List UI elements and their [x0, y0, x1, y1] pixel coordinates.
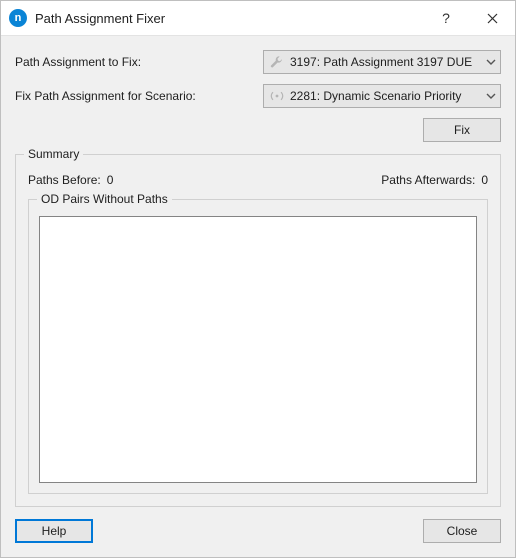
broadcast-icon [270, 89, 284, 103]
scenario-combo[interactable]: 2281: Dynamic Scenario Priority [263, 84, 501, 108]
titlebar: n Path Assignment Fixer ? [1, 1, 515, 35]
fix-button-row: Fix [15, 118, 501, 142]
close-button[interactable]: Close [423, 519, 501, 543]
dialog-window: n Path Assignment Fixer ? Path Assignmen… [0, 0, 516, 558]
summary-counts: Paths Before: 0 Paths Afterwards: 0 [28, 173, 488, 187]
help-button-label: Help [42, 524, 67, 538]
question-icon: ? [442, 10, 450, 26]
app-icon: n [9, 9, 27, 27]
od-pairs-list[interactable] [39, 216, 477, 483]
paths-before-value: 0 [107, 173, 114, 187]
chevron-down-icon [486, 57, 496, 67]
app-icon-letter: n [15, 12, 22, 24]
summary-legend: Summary [24, 147, 83, 161]
scenario-label: Fix Path Assignment for Scenario: [15, 89, 255, 103]
close-button-label: Close [447, 524, 478, 538]
summary-fieldset: Summary Paths Before: 0 Paths Afterwards… [15, 154, 501, 507]
path-assignment-row: Path Assignment to Fix: 3197: Path Assig… [15, 50, 501, 74]
scenario-value: 2281: Dynamic Scenario Priority [290, 89, 480, 103]
paths-before: Paths Before: 0 [28, 173, 381, 187]
path-assignment-combo[interactable]: 3197: Path Assignment 3197 DUE [263, 50, 501, 74]
scenario-row: Fix Path Assignment for Scenario: 2281: … [15, 84, 501, 108]
paths-after: Paths Afterwards: 0 [381, 173, 488, 187]
close-icon [487, 13, 498, 24]
dialog-footer: Help Close [15, 519, 501, 543]
paths-after-label: Paths Afterwards: [381, 173, 475, 187]
chevron-down-icon [486, 91, 496, 101]
fix-button[interactable]: Fix [423, 118, 501, 142]
footer-spacer [93, 519, 423, 543]
paths-after-value: 0 [481, 173, 488, 187]
dialog-content: Path Assignment to Fix: 3197: Path Assig… [1, 35, 515, 557]
od-pairs-legend: OD Pairs Without Paths [37, 192, 172, 206]
path-assignment-label: Path Assignment to Fix: [15, 55, 255, 69]
help-titlebar-button[interactable]: ? [423, 1, 469, 35]
path-assignment-value: 3197: Path Assignment 3197 DUE [290, 55, 480, 69]
fix-button-label: Fix [454, 123, 470, 137]
od-pairs-fieldset: OD Pairs Without Paths [28, 199, 488, 494]
window-title: Path Assignment Fixer [35, 11, 423, 26]
paths-before-label: Paths Before: [28, 173, 101, 187]
close-titlebar-button[interactable] [469, 1, 515, 35]
help-button[interactable]: Help [15, 519, 93, 543]
wrench-icon [270, 55, 284, 69]
